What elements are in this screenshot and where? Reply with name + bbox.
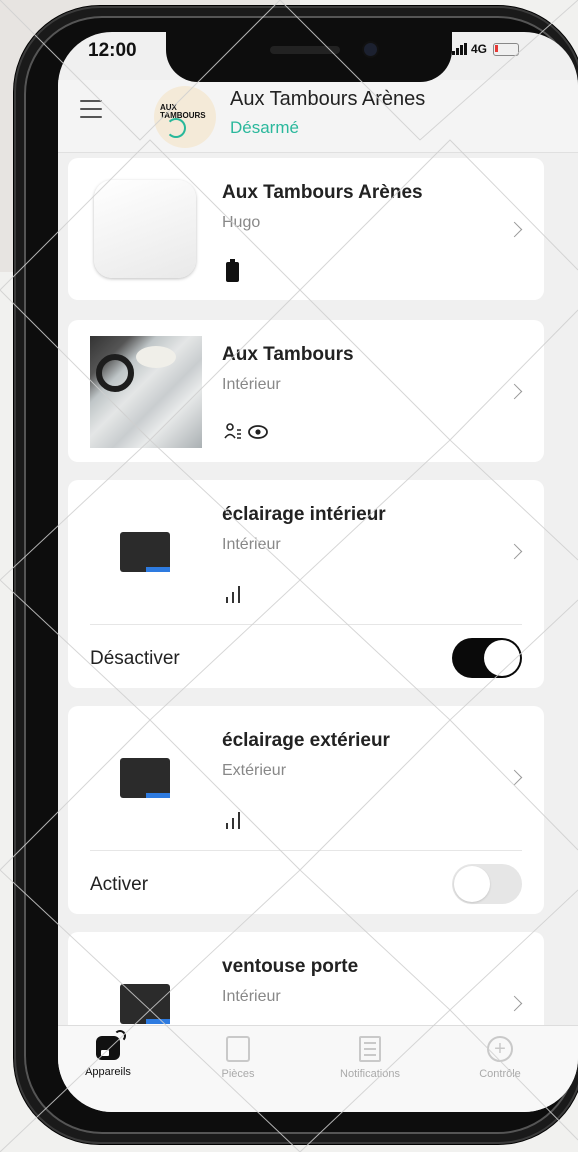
device-name: éclairage extérieur: [222, 730, 390, 751]
people-eye-icon: [224, 423, 268, 439]
rooms-icon: [226, 1036, 250, 1062]
chevron-right-icon[interactable]: [506, 769, 523, 786]
chevron-right-icon[interactable]: [506, 543, 523, 560]
device-room: Intérieur: [222, 376, 281, 393]
devices-icon: [96, 1030, 126, 1060]
tab-label: Notifications: [340, 1068, 400, 1080]
switch-label: Désactiver: [90, 648, 180, 669]
battery-status-icon: [226, 259, 239, 282]
tab-label: Contrôle: [479, 1068, 521, 1080]
device-room: Hugo: [222, 214, 261, 231]
device-name: Aux Tambours: [222, 344, 354, 365]
status-indicators: 4G: [452, 42, 520, 56]
menu-icon[interactable]: [80, 100, 102, 118]
bottom-tab-bar: Appareils Pièces Notifications + Contrôl…: [58, 1025, 578, 1112]
battery-icon: [493, 42, 520, 56]
relay-toggle-switch[interactable]: [452, 864, 522, 904]
relay-device-image: [120, 984, 170, 1024]
status-time: 12:00: [88, 40, 137, 61]
divider: [90, 624, 522, 625]
control-icon: +: [487, 1036, 513, 1062]
hub-logo[interactable]: AUX TAMBOURS: [154, 86, 216, 148]
device-name: Aux Tambours Arènes: [222, 182, 423, 203]
notifications-icon: [359, 1036, 381, 1062]
arm-status: Désarmé: [230, 118, 299, 137]
tab-control[interactable]: + Contrôle: [450, 1036, 550, 1080]
camera-thumbnail: [90, 336, 202, 448]
device-card-hub[interactable]: Aux Tambours Arènes Hugo: [68, 158, 544, 300]
signal-strength-icon: [226, 812, 240, 829]
divider: [90, 850, 522, 851]
app-header: AUX TAMBOURS Aux Tambours Arènes Désarmé: [58, 80, 578, 153]
device-room: Intérieur: [222, 536, 281, 553]
device-name: ventouse porte: [222, 956, 359, 977]
relay-toggle-switch[interactable]: [452, 638, 522, 678]
loading-spinner-icon: [166, 118, 186, 138]
chevron-right-icon[interactable]: [506, 383, 523, 400]
notch: [166, 32, 452, 82]
thumbnail-tire: [96, 354, 134, 392]
logo-text: AUX TAMBOURS: [160, 103, 206, 120]
chevron-right-icon[interactable]: [506, 995, 523, 1012]
signal-strength-icon: [226, 586, 240, 603]
tab-rooms[interactable]: Pièces: [188, 1036, 288, 1080]
device-card-relay-exterior[interactable]: éclairage extérieur Extérieur Activer: [68, 706, 544, 914]
device-room: Extérieur: [222, 762, 287, 779]
device-room: Intérieur: [222, 988, 281, 1005]
tab-label: Pièces: [221, 1068, 255, 1080]
tab-notifications[interactable]: Notifications: [320, 1036, 420, 1080]
tab-devices[interactable]: Appareils: [58, 1030, 158, 1078]
relay-device-image: [120, 532, 170, 572]
device-name: éclairage intérieur: [222, 504, 386, 525]
hub-title[interactable]: Aux Tambours Arènes: [230, 88, 425, 111]
signal-icon: [452, 43, 467, 55]
thumbnail-table: [136, 346, 176, 368]
hub-device-image: [94, 180, 196, 278]
device-card-relay-interior[interactable]: éclairage intérieur Intérieur Désactiver: [68, 480, 544, 688]
switch-label: Activer: [90, 874, 149, 895]
tab-label: Appareils: [85, 1066, 131, 1078]
phone-screen: 12:00 4G AUX TAMBOURS Aux Tambours Arène…: [58, 32, 578, 1112]
device-card-camera[interactable]: Aux Tambours Intérieur: [68, 320, 544, 462]
speaker: [270, 46, 340, 54]
chevron-right-icon[interactable]: [506, 221, 523, 238]
front-camera: [364, 43, 377, 56]
camera-status-icons: [224, 422, 272, 447]
network-type: 4G: [471, 42, 488, 56]
relay-device-image: [120, 758, 170, 798]
